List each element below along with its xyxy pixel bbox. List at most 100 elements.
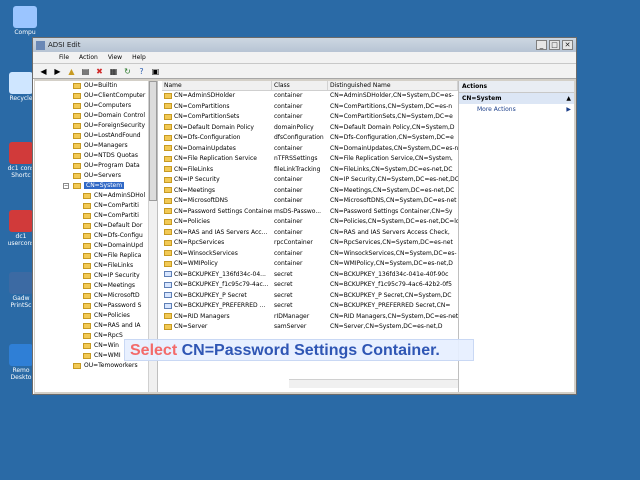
list-rows: CN=AdminSDHolder container CN=AdminSDHolde…	[162, 91, 458, 333]
cell-distinguished-name: CN=MicrosoftDNS,CN=System,DC=es-net	[330, 197, 457, 204]
folder-icon	[164, 124, 172, 130]
list-row[interactable]: CN=Server samServer CN=Server,CN=System,DC…	[162, 322, 458, 333]
tree-item[interactable]: CN=Default Dor	[35, 221, 157, 231]
tree-item[interactable]: OU=ClientComputer	[35, 91, 157, 101]
forward-icon[interactable]: ▶	[53, 67, 62, 76]
folder-icon	[73, 102, 81, 109]
menu-view[interactable]: View	[108, 54, 122, 61]
list-row[interactable]: CN=WinsockServices container CN=WinsockSer…	[162, 249, 458, 260]
tree-item-label: CN=Dfs-Configu	[94, 232, 143, 239]
list-row[interactable]: CN=MicrosoftDNS container CN=MicrosoftDNS,…	[162, 196, 458, 207]
tree-item[interactable]: OU=Computers	[35, 101, 157, 111]
cell-name-text: CN=DomainUpdates	[174, 144, 236, 152]
list-row[interactable]: CN=BCKUPKEY_f1c95c79-4ac... secret CN=BCKU…	[162, 280, 458, 291]
cell-class: secret	[274, 281, 293, 288]
menu-file[interactable]: File	[59, 54, 69, 61]
tree-item[interactable]: CN=RAS and IA	[35, 321, 157, 331]
list-row[interactable]: CN=File Replication Service nTFRSSettings…	[162, 154, 458, 165]
maximize-button[interactable]: □	[549, 40, 560, 50]
view-icon[interactable]: ▣	[151, 67, 160, 76]
delete-icon[interactable]: ✖	[95, 67, 104, 76]
tree-item[interactable]: CN=File Replica	[35, 251, 157, 261]
cell-class: secret	[274, 291, 293, 299]
close-button[interactable]: ✕	[562, 40, 573, 50]
tree-item[interactable]: CN=IP Security	[35, 271, 157, 281]
list-row[interactable]: CN=Meetings container CN=Meetings,CN=Syste…	[162, 186, 458, 197]
list-row[interactable]: CN=DomainUpdates container CN=DomainUpdate…	[162, 144, 458, 155]
list-row[interactable]: CN=ComPartitionSets container CN=ComPartit…	[162, 112, 458, 123]
tree-item[interactable]: CN=DomainUpd	[35, 241, 157, 251]
menu-help[interactable]: Help	[132, 54, 146, 61]
list-row[interactable]: CN=Default Domain Policy domainPolicy CN=D…	[162, 123, 458, 134]
tree-item[interactable]: OU=Program Data	[35, 161, 157, 171]
cell-name: CN=AdminSDHolder	[162, 91, 272, 102]
more-actions-item[interactable]: More Actions ▶	[459, 104, 574, 115]
list-row[interactable]: CN=BCKUPKEY_PREFERRED ... secret CN=BCKUPK…	[162, 301, 458, 312]
desktop-icon-computer[interactable]: Compu	[8, 6, 42, 36]
minimize-button[interactable]: _	[536, 40, 547, 50]
tree-item-label: CN=Win	[94, 342, 119, 349]
folder-icon	[83, 192, 91, 199]
tree-item[interactable]: OU=Servers	[35, 171, 157, 181]
tree-item[interactable]: OU=LostAndFound	[35, 131, 157, 141]
list-row[interactable]: CN=RID Managers rIDManager CN=RID Managers…	[162, 312, 458, 323]
list-row[interactable]: CN=RAS and IAS Servers Acc... container CN…	[162, 228, 458, 239]
cell-name-text: CN=ComPartitions	[174, 102, 230, 110]
refresh-icon[interactable]: ↻	[123, 67, 132, 76]
folder-up-icon[interactable]: ▲	[67, 67, 76, 76]
list-row[interactable]: CN=FileLinks fileLinkTracking CN=FileLinks…	[162, 165, 458, 176]
expand-collapse-icon[interactable]: −	[63, 183, 69, 189]
tree-item[interactable]: CN=Password S	[35, 301, 157, 311]
list-row[interactable]: CN=ComPartitions container CN=ComPartition…	[162, 102, 458, 113]
callout-text: CN=Password Settings Container.	[181, 342, 440, 359]
folder-icon	[83, 252, 91, 259]
folder-icon	[164, 218, 172, 225]
tree-item[interactable]: CN=Meetings	[35, 281, 157, 291]
list-row[interactable]: CN=AdminSDHolder container CN=AdminSDHolde…	[162, 91, 458, 102]
cell-distinguished-name: CN=DomainUpdates,CN=System,DC=es-ne	[330, 144, 458, 152]
folder-icon	[73, 112, 81, 119]
properties-icon[interactable]: ▤	[81, 67, 90, 76]
tree-item[interactable]: CN=ComPartiti	[35, 201, 157, 211]
cell-class: fileLinkTracking	[274, 165, 321, 173]
menu-action[interactable]: Action	[79, 54, 98, 61]
export-icon[interactable]: ▦	[109, 67, 118, 76]
tree-item[interactable]: OU=Domain Control	[35, 111, 157, 121]
list-horizontal-scrollbar[interactable]	[289, 379, 458, 388]
tree-item[interactable]: CN=ComPartiti	[35, 211, 157, 221]
tree-item[interactable]: CN=Policies	[35, 311, 157, 321]
tree-item[interactable]: OU=ForeignSecurity	[35, 121, 157, 131]
tree-item[interactable]: OU=Managers	[35, 141, 157, 151]
list-row[interactable]: CN=Dfs-Configuration dfsConfiguration CN=D…	[162, 133, 458, 144]
list-row[interactable]: CN=BCKUPKEY_136fd34c-04... secret CN=BCKUP…	[162, 270, 458, 281]
folder-icon	[83, 342, 91, 349]
folder-icon	[164, 208, 172, 214]
folder-icon	[83, 352, 91, 359]
help-icon[interactable]: ?	[137, 67, 146, 76]
list-row[interactable]: CN=IP Security container CN=IP Security,CN…	[162, 175, 458, 186]
tree-item[interactable]: CN=AdminSDHol	[35, 191, 157, 201]
list-row[interactable]: CN=WMIPolicy container CN=WMIPolicy,CN=Sys…	[162, 259, 458, 270]
list-row[interactable]: CN=BCKUPKEY_P Secret secret CN=BCKUPKEY_P …	[162, 291, 458, 302]
tree-item[interactable]: OU=Builtin	[35, 81, 157, 91]
tree-item[interactable]: OU=Temoworkers	[35, 361, 157, 371]
tree-item[interactable]: CN=FileLinks	[35, 261, 157, 271]
tree-item[interactable]: − CN=System	[35, 181, 157, 191]
column-header-name[interactable]: Name	[162, 81, 272, 90]
tree-item-label: OU=LostAndFound	[84, 132, 141, 139]
back-icon[interactable]: ◀	[39, 67, 48, 76]
column-header-class[interactable]: Class	[272, 81, 328, 90]
list-row[interactable]: CN=Password Settings Container msDS-Passw…	[162, 207, 458, 218]
list-row[interactable]: CN=Policies container CN=Policies,CN=Syste…	[162, 217, 458, 228]
tree-item[interactable]: CN=Dfs-Configu	[35, 231, 157, 241]
cell-distinguished-name: CN=ComPartitions,CN=System,DC=es-n	[330, 102, 453, 110]
tree-item-label: CN=Meetings	[94, 282, 136, 289]
tree-item[interactable]: CN=MicrosoftD	[35, 291, 157, 301]
title-bar[interactable]: ADSI Edit _ □ ✕	[33, 38, 576, 52]
list-row[interactable]: CN=RpcServices rpcContainer CN=RpcServices…	[162, 238, 458, 249]
folder-icon	[164, 250, 172, 256]
tree-item[interactable]: OU=NTDS Quotas	[35, 151, 157, 161]
column-header-distinguished-name[interactable]: Distinguished Name	[328, 81, 458, 90]
scroll-thumb[interactable]	[149, 81, 157, 201]
actions-section-system[interactable]: CN=System ▲	[459, 93, 574, 104]
